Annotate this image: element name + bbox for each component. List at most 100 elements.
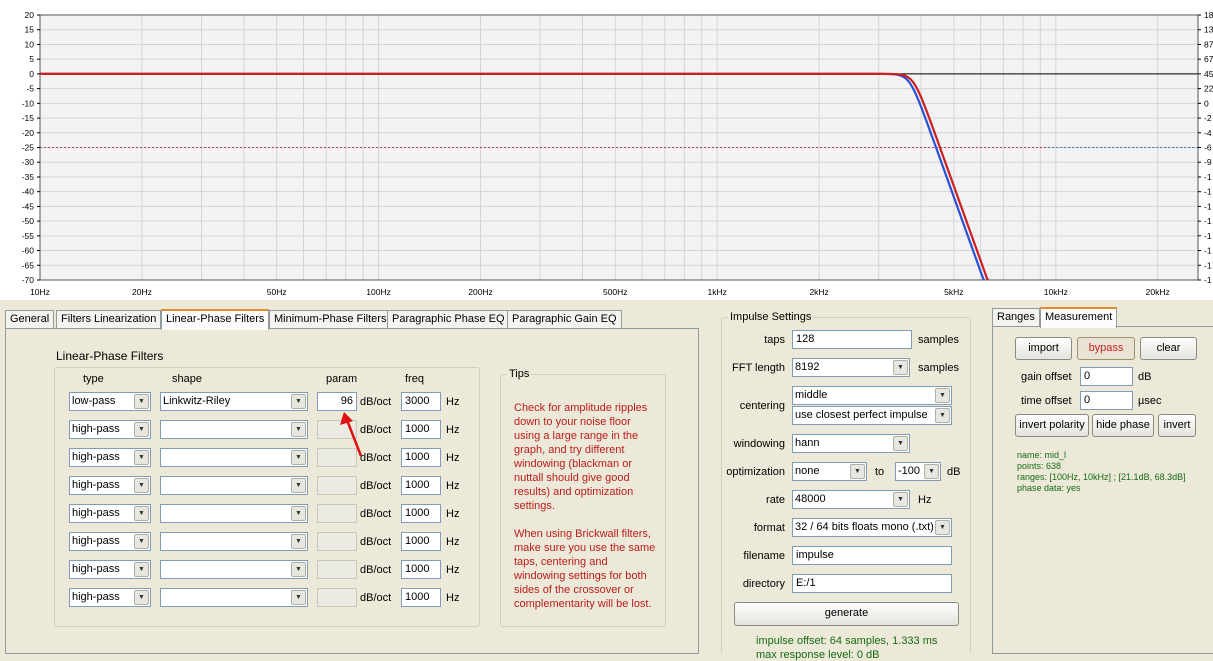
- filter-param-input[interactable]: [317, 588, 357, 607]
- filter-freq-input[interactable]: 1000: [401, 504, 441, 523]
- filename-input[interactable]: impulse: [792, 546, 952, 565]
- centering-mode-select[interactable]: use closest perfect impulse ▼: [792, 406, 952, 425]
- taps-input[interactable]: 128: [792, 330, 912, 349]
- chevron-down-icon[interactable]: ▼: [291, 422, 306, 437]
- chevron-down-icon[interactable]: ▼: [134, 562, 149, 577]
- chevron-down-icon[interactable]: ▼: [134, 506, 149, 521]
- import-button[interactable]: import: [1015, 337, 1072, 360]
- tips-paragraph-1: Check for amplitude ripples down to your…: [514, 402, 648, 512]
- filter-freq-unit: Hz: [446, 508, 460, 520]
- fft-length-select[interactable]: 8192 ▼: [792, 358, 910, 377]
- filter-shape-select[interactable]: ▼: [160, 420, 308, 439]
- filter-freq-input[interactable]: 1000: [401, 560, 441, 579]
- chevron-down-icon[interactable]: ▼: [134, 394, 149, 409]
- y-tick-label: -15: [22, 113, 35, 123]
- filter-shape-select[interactable]: ▼: [160, 588, 308, 607]
- y-tick-label-right: 18: [1204, 10, 1213, 20]
- clear-button[interactable]: clear: [1140, 337, 1197, 360]
- filter-type-select[interactable]: high-pass ▼: [69, 588, 151, 607]
- invert-polarity-button[interactable]: invert polarity: [1015, 414, 1089, 437]
- impulse-offset-status: impulse offset: 64 samples, 1.333 ms: [756, 635, 938, 647]
- chevron-down-icon[interactable]: ▼: [291, 562, 306, 577]
- tab-linear-phase-filters[interactable]: Linear-Phase Filters: [161, 309, 270, 330]
- filter-type-select[interactable]: high-pass ▼: [69, 476, 151, 495]
- chevron-down-icon[interactable]: ▼: [291, 590, 306, 605]
- fft-length-unit: samples: [918, 362, 959, 374]
- filter-type-select[interactable]: high-pass ▼: [69, 420, 151, 439]
- filter-shape-select[interactable]: ▼: [160, 560, 308, 579]
- filter-freq-input[interactable]: 1000: [401, 476, 441, 495]
- filter-type-select[interactable]: high-pass ▼: [69, 560, 151, 579]
- y-tick-label-right: -4: [1204, 128, 1212, 138]
- chevron-down-icon[interactable]: ▼: [924, 464, 939, 479]
- filter-shape-select[interactable]: ▼: [160, 448, 308, 467]
- chevron-down-icon[interactable]: ▼: [893, 436, 908, 451]
- chevron-down-icon[interactable]: ▼: [134, 422, 149, 437]
- chevron-down-icon[interactable]: ▼: [935, 408, 950, 423]
- filter-shape-select[interactable]: ▼: [160, 476, 308, 495]
- y-tick-label: -50: [22, 216, 35, 226]
- bypass-button[interactable]: bypass: [1077, 337, 1135, 360]
- tab-ranges[interactable]: Ranges: [992, 308, 1040, 327]
- filter-freq-input[interactable]: 1000: [401, 588, 441, 607]
- chevron-down-icon[interactable]: ▼: [134, 450, 149, 465]
- chevron-down-icon[interactable]: ▼: [935, 520, 950, 535]
- chevron-down-icon[interactable]: ▼: [134, 534, 149, 549]
- filter-shape-select[interactable]: ▼: [160, 504, 308, 523]
- impulse-settings-title: Impulse Settings: [728, 311, 814, 324]
- linear-phase-panel: Linear-Phase Filters type shape param fr…: [5, 328, 699, 654]
- optimization-unit: dB: [947, 466, 961, 478]
- filter-param-input[interactable]: [317, 532, 357, 551]
- rate-select[interactable]: 48000 ▼: [792, 490, 910, 509]
- optimization-select[interactable]: none ▼: [792, 462, 867, 481]
- directory-input[interactable]: E:/1: [792, 574, 952, 593]
- gain-offset-input[interactable]: 0: [1080, 367, 1133, 386]
- y-tick-label-right: 45: [1204, 69, 1213, 79]
- response-plot[interactable]: 20151050-5-10-15-20-25-30-35-40-45-50-55…: [0, 0, 1213, 300]
- format-select[interactable]: 32 / 64 bits floats mono (.txt) ▼: [792, 518, 952, 537]
- filter-shape-select[interactable]: ▼: [160, 532, 308, 551]
- tab-minimum-phase-filters[interactable]: Minimum-Phase Filters: [269, 310, 392, 329]
- tab-paragraphic-gain-eq[interactable]: Paragraphic Gain EQ: [507, 310, 622, 329]
- filter-freq-input[interactable]: 3000: [401, 392, 441, 411]
- chevron-down-icon[interactable]: ▼: [291, 478, 306, 493]
- chevron-down-icon[interactable]: ▼: [893, 492, 908, 507]
- filter-param-input[interactable]: [317, 476, 357, 495]
- filter-shape-select[interactable]: Linkwitz-Riley ▼: [160, 392, 308, 411]
- filter-freq-input[interactable]: 1000: [401, 420, 441, 439]
- filters-table: type shape param freq low-pass ▼ Linkwitz-…: [54, 367, 480, 627]
- filter-freq-input[interactable]: 1000: [401, 448, 441, 467]
- hide-phase-button[interactable]: hide phase: [1092, 414, 1154, 437]
- filter-type-select[interactable]: low-pass ▼: [69, 392, 151, 411]
- x-tick-label: 20Hz: [132, 287, 152, 297]
- generate-button[interactable]: generate: [734, 602, 959, 626]
- chevron-down-icon[interactable]: ▼: [291, 506, 306, 521]
- windowing-select[interactable]: hann ▼: [792, 434, 910, 453]
- tab-paragraphic-phase-eq[interactable]: Paragraphic Phase EQ: [387, 310, 510, 329]
- header-shape: shape: [172, 373, 202, 385]
- chevron-down-icon[interactable]: ▼: [935, 388, 950, 403]
- chevron-down-icon[interactable]: ▼: [134, 590, 149, 605]
- time-offset-input[interactable]: 0: [1080, 391, 1133, 410]
- centering-select[interactable]: middle ▼: [792, 386, 952, 405]
- filter-type-select[interactable]: high-pass ▼: [69, 504, 151, 523]
- chevron-down-icon[interactable]: ▼: [134, 478, 149, 493]
- chevron-down-icon[interactable]: ▼: [291, 394, 306, 409]
- chevron-down-icon[interactable]: ▼: [291, 534, 306, 549]
- chevron-down-icon[interactable]: ▼: [893, 360, 908, 375]
- y-tick-label-right: -1: [1204, 231, 1212, 241]
- frequency-response-graph[interactable]: 20 15 10 5 0 -5 -10 -15 -20 -25 -30 -35 -40 -45 -50 -55…: [0, 0, 1213, 300]
- tab-filters-linearization[interactable]: Filters Linearization: [56, 310, 162, 329]
- filter-freq-input[interactable]: 1000: [401, 532, 441, 551]
- chevron-down-icon[interactable]: ▼: [850, 464, 865, 479]
- invert-button[interactable]: invert: [1158, 414, 1196, 437]
- filter-param-input[interactable]: [317, 504, 357, 523]
- filter-param-input[interactable]: [317, 560, 357, 579]
- filter-type-select[interactable]: high-pass ▼: [69, 532, 151, 551]
- optimization-level-select[interactable]: -100 ▼: [895, 462, 941, 481]
- x-tick-label: 5kHz: [944, 287, 963, 297]
- tab-general[interactable]: General: [5, 310, 55, 329]
- chevron-down-icon[interactable]: ▼: [291, 450, 306, 465]
- filter-type-select[interactable]: high-pass ▼: [69, 448, 151, 467]
- tab-measurement[interactable]: Measurement: [1040, 307, 1118, 328]
